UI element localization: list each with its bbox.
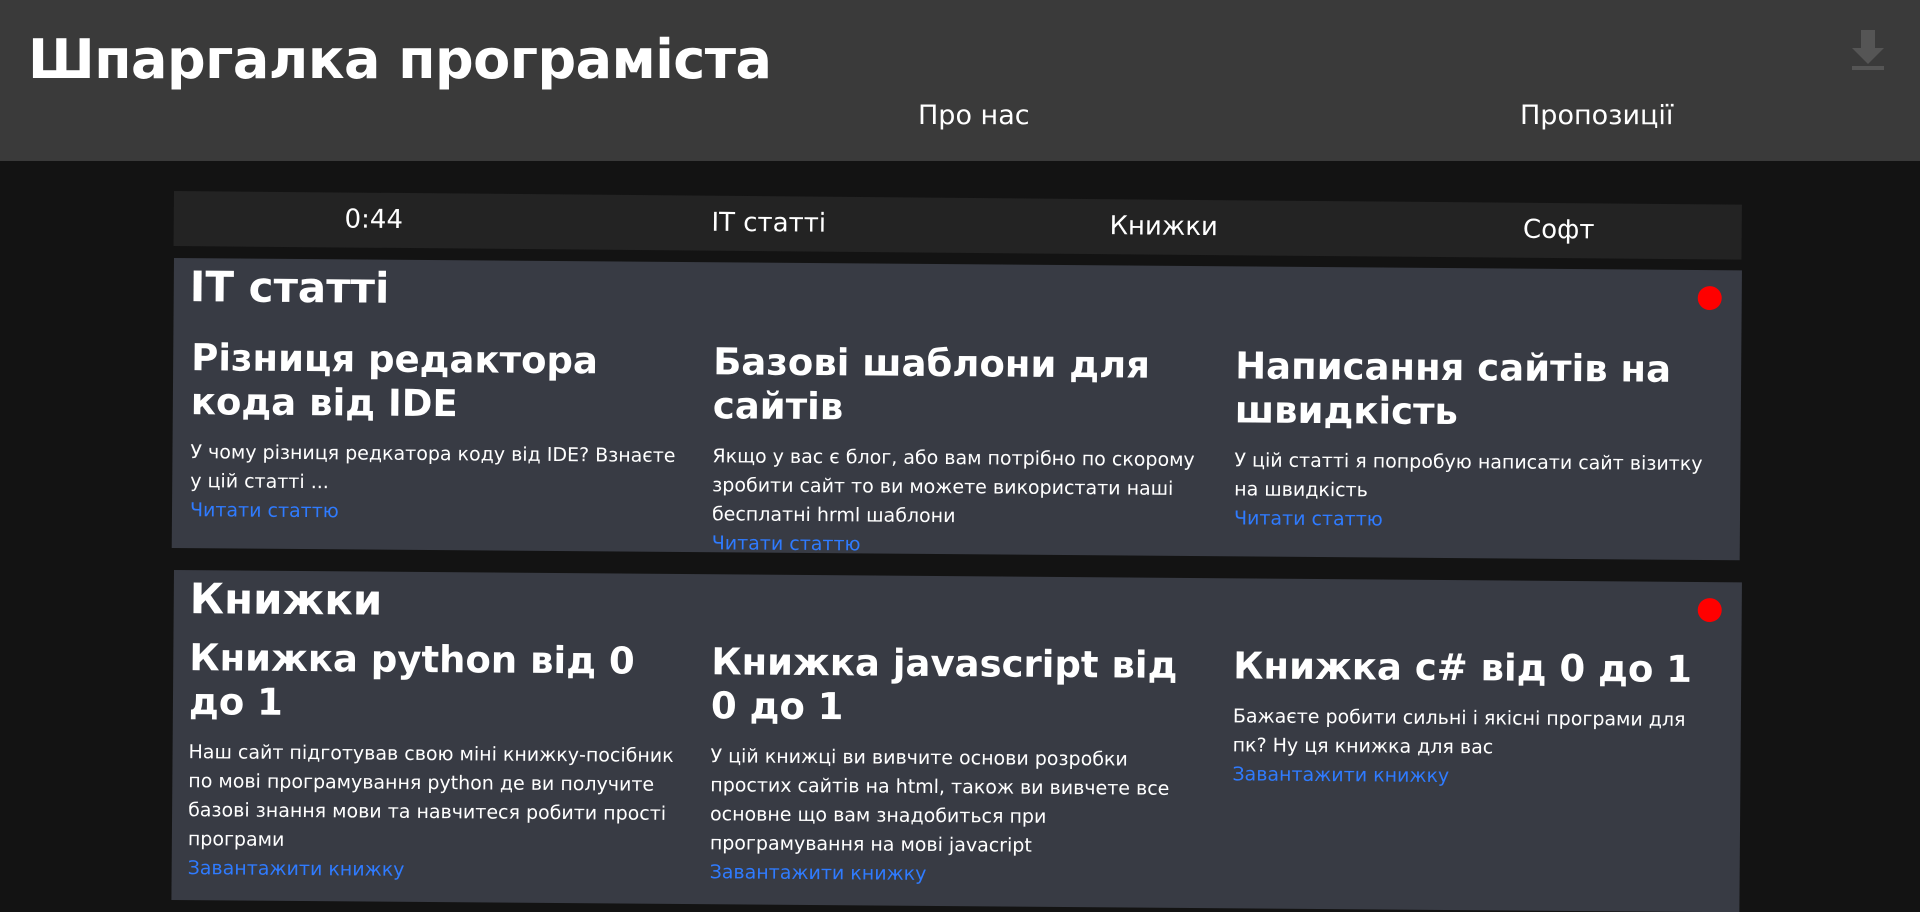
nav-link-offers[interactable]: Пропозиції xyxy=(1520,100,1673,131)
article-card: Написання сайтів на швидкість У цій стат… xyxy=(1234,344,1725,537)
section-books: Книжки Книжка python від 0 до 1 Наш сайт… xyxy=(171,570,1742,912)
book-text: У цій книжці ви вивчите основи розробки … xyxy=(709,745,1170,857)
status-dot xyxy=(1697,285,1722,311)
read-article-link[interactable]: Читати статтю xyxy=(1234,504,1724,537)
nav-item-software[interactable]: Софт xyxy=(1409,214,1709,247)
book-card: Книжка c# від 0 до 1 Бажаєте робити силь… xyxy=(1232,644,1723,793)
book-card: Книжка python від 0 до 1 Наш сайт підгот… xyxy=(188,636,680,887)
book-card: Книжка javascript від 0 до 1 У цій книжц… xyxy=(710,640,1202,891)
book-text: Наш сайт підготував свою міні книжку-пос… xyxy=(187,741,674,851)
section-title: Книжки xyxy=(189,574,383,625)
site-title: Шпаргалка програміста xyxy=(28,28,772,91)
nav-item-it-articles[interactable]: IT статті xyxy=(619,207,919,240)
section-it-articles: IT статті Різниця редактора кода від IDE… xyxy=(171,258,1742,562)
download-book-link[interactable]: Завантажити книжку xyxy=(1232,760,1722,793)
download-book-link[interactable]: Завантажити книжку xyxy=(188,854,678,887)
site-header: Шпаргалка програміста Про нас Пропозиції xyxy=(0,0,1920,161)
nav-link-about[interactable]: Про нас xyxy=(918,100,1030,131)
book-title: Книжка c# від 0 до 1 xyxy=(1233,644,1693,691)
article-text: Якщо у вас є блог, або вам потрібно по с… xyxy=(711,445,1195,528)
section-title: IT статті xyxy=(189,262,390,313)
download-book-link[interactable]: Завантажити книжку xyxy=(710,858,1200,891)
category-nav: 0:44 IT статті Книжки Софт xyxy=(173,191,1742,260)
nav-item-timer: 0:44 xyxy=(344,204,404,235)
book-title: Книжка python від 0 до 1 xyxy=(188,636,635,724)
book-title: Книжка javascript від 0 до 1 xyxy=(710,640,1178,729)
article-title: Різниця редактора кода від IDE xyxy=(190,336,599,426)
download-arrow-icon[interactable] xyxy=(1850,30,1886,70)
article-card: Базові шаблони для сайтів Якщо у вас є б… xyxy=(712,340,1204,562)
book-text: Бажаєте робити сильні і якісні програми … xyxy=(1232,705,1686,759)
article-text: У чому різниця редкатора коду від IDE? В… xyxy=(190,441,676,494)
article-text: У цій статті я попробую написати сайт ві… xyxy=(1234,449,1703,502)
nav-item-books[interactable]: Книжки xyxy=(1014,210,1314,243)
article-card: Різниця редактора кода від IDE У чому рі… xyxy=(190,336,681,529)
article-title: Базові шаблони для сайтів xyxy=(712,340,1151,429)
read-article-link[interactable]: Читати статтю xyxy=(190,496,680,529)
status-dot xyxy=(1697,597,1722,623)
read-article-link[interactable]: Читати статтю xyxy=(712,529,1202,562)
article-title: Написання сайтів на швидкість xyxy=(1234,344,1672,434)
